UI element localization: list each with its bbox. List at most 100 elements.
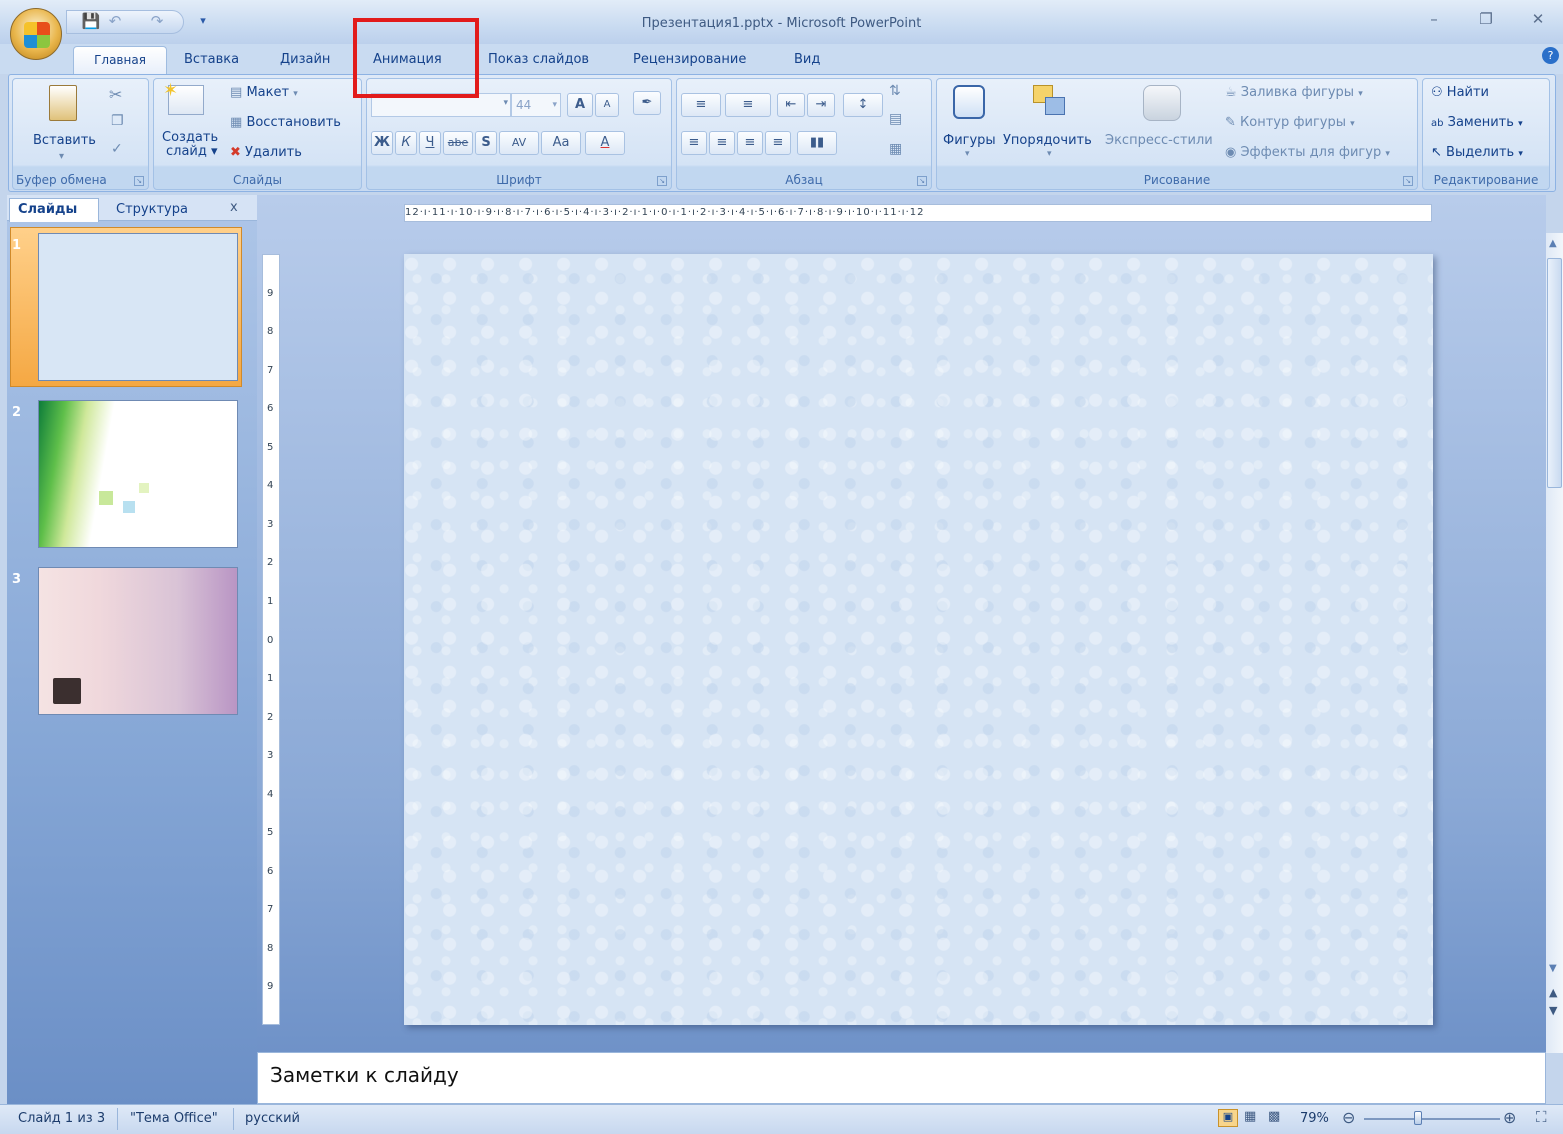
zoom-level[interactable]: 79% — [1300, 1111, 1329, 1126]
grow-font-button[interactable]: A — [567, 93, 593, 117]
slide-thumbnail-1[interactable] — [38, 233, 238, 381]
zoom-slider-thumb[interactable] — [1413, 1111, 1422, 1125]
clipboard-launcher-icon[interactable]: ↘ — [134, 176, 144, 186]
tab-insert[interactable]: Вставка — [182, 50, 241, 74]
redo-icon[interactable]: ↷ — [146, 10, 168, 32]
shapes-icon[interactable] — [953, 85, 985, 119]
save-icon[interactable]: 💾 — [80, 10, 102, 32]
delete-button[interactable]: ✖ Удалить — [230, 145, 302, 160]
align-right-icon[interactable]: ≡ — [737, 131, 763, 155]
strikethrough-button[interactable]: abe — [443, 131, 473, 155]
clipboard-label: Буфер обмена — [16, 173, 107, 187]
bold-button[interactable]: Ж — [371, 131, 393, 155]
justify-icon[interactable]: ≡ — [765, 131, 791, 155]
text-direction-icon[interactable]: ⇅ — [889, 83, 901, 99]
spacing-button[interactable]: AV — [499, 131, 539, 155]
increase-indent-icon[interactable]: ⇥ — [807, 93, 835, 117]
shape-effects-button[interactable]: ◉ Эффекты для фигур ▾ — [1225, 145, 1390, 160]
language-indicator[interactable]: русский — [245, 1111, 300, 1126]
shapes-button[interactable]: Фигуры — [943, 133, 996, 148]
tab-outline[interactable]: Структура — [104, 200, 204, 222]
paragraph-launcher-icon[interactable]: ↘ — [917, 176, 927, 186]
align-center-icon[interactable]: ≡ — [709, 131, 735, 155]
replace-button[interactable]: ab Заменить ▾ — [1431, 115, 1523, 130]
reset-button[interactable]: ▦ Восстановить — [230, 115, 341, 130]
paste-button[interactable]: Вставить — [33, 133, 96, 148]
zoom-in-icon[interactable]: ⊕ — [1503, 1108, 1516, 1127]
shapes-dropdown-icon[interactable]: ▾ — [965, 149, 970, 159]
tab-design[interactable]: Дизайн — [278, 50, 332, 74]
shape-outline-button[interactable]: ✎ Контур фигуры ▾ — [1225, 115, 1355, 130]
fit-to-window-icon[interactable]: ⛶ — [1536, 1108, 1547, 1126]
scroll-down-icon[interactable]: ▼ — [1549, 963, 1557, 974]
font-launcher-icon[interactable]: ↘ — [657, 176, 667, 186]
underline-button[interactable]: Ч — [419, 131, 441, 155]
tab-slideshow[interactable]: Показ слайдов — [486, 50, 591, 74]
italic-button[interactable]: К — [395, 131, 417, 155]
delete-icon: ✖ — [230, 145, 241, 160]
cut-icon[interactable]: ✂ — [109, 85, 122, 104]
select-button[interactable]: ↖ Выделить ▾ — [1431, 145, 1523, 160]
zoom-out-icon[interactable]: ⊖ — [1342, 1108, 1355, 1127]
font-size-combobox[interactable]: 44 ▾ — [511, 93, 561, 117]
find-label: Найти — [1446, 85, 1490, 100]
shrink-font-button[interactable]: A — [595, 93, 619, 117]
new-slide-icon[interactable]: ✶ — [163, 80, 204, 115]
minimize-icon[interactable]: – — [1418, 8, 1450, 30]
tab-view[interactable]: Вид — [792, 50, 822, 74]
align-text-icon[interactable]: ▤ — [889, 111, 902, 127]
paste-dropdown-icon[interactable]: ▾ — [59, 151, 64, 162]
format-painter-icon[interactable]: ✓ — [111, 141, 123, 157]
close-panel-icon[interactable]: x — [230, 200, 238, 215]
vertical-ruler: 9 8 7 6 5 4 3 2 1 0 1 2 3 4 5 6 7 8 9 — [262, 254, 280, 1025]
normal-view-icon[interactable]: ▣ — [1218, 1109, 1238, 1127]
layout-button[interactable]: ▤ Макет ▾ — [230, 85, 298, 100]
decrease-indent-icon[interactable]: ⇤ — [777, 93, 805, 117]
slide-thumbnail-2[interactable] — [38, 400, 238, 548]
clear-format-icon[interactable]: ✒ — [633, 91, 661, 115]
columns-icon[interactable]: ▮▮ — [797, 131, 837, 155]
tab-slides[interactable]: Слайды — [9, 198, 99, 222]
vertical-ruler-tick-label: 7 — [267, 904, 274, 916]
next-slide-icon[interactable]: ▼ — [1549, 1004, 1557, 1017]
numbering-icon[interactable]: ≡ — [725, 93, 771, 117]
undo-icon[interactable]: ↶ — [104, 10, 126, 32]
drawing-launcher-icon[interactable]: ↘ — [1403, 176, 1413, 186]
change-case-button[interactable]: Aa — [541, 131, 581, 155]
font-size-value: 44 — [516, 98, 532, 112]
slideshow-icon[interactable]: ▩ — [1268, 1109, 1280, 1124]
close-icon[interactable]: ✕ — [1522, 8, 1554, 30]
font-color-button[interactable]: A — [585, 131, 625, 155]
shape-fill-button[interactable]: ☕ Заливка фигуры ▾ — [1225, 85, 1363, 100]
new-slide-button[interactable]: Создать слайд ▾ — [162, 131, 218, 159]
paste-icon[interactable] — [49, 85, 77, 121]
tab-home[interactable]: Главная — [73, 46, 167, 76]
copy-icon[interactable]: ❐ — [111, 113, 124, 129]
quick-styles-button[interactable]: Экспресс-стили — [1105, 133, 1213, 148]
quick-styles-icon[interactable] — [1143, 85, 1181, 121]
smartart-icon[interactable]: ▦ — [889, 141, 902, 157]
help-icon[interactable]: ? — [1542, 47, 1559, 64]
notes-pane[interactable]: Заметки к слайду — [257, 1052, 1546, 1104]
scroll-up-icon[interactable]: ▲ — [1549, 238, 1557, 249]
shadow-button[interactable]: S — [475, 131, 497, 155]
theme-name[interactable]: "Тема Office" — [130, 1111, 218, 1126]
line-spacing-icon[interactable]: ↕ — [843, 93, 883, 117]
arrange-dropdown-icon[interactable]: ▾ — [1047, 149, 1052, 159]
customize-icon[interactable]: ▾ — [192, 10, 214, 32]
slide-canvas[interactable] — [404, 254, 1433, 1025]
arrange-icon[interactable] — [1033, 85, 1067, 119]
tab-review[interactable]: Рецензирование — [631, 50, 748, 74]
slide-thumbnail-3[interactable] — [38, 567, 238, 715]
align-left-icon[interactable]: ≡ — [681, 131, 707, 155]
bullets-icon[interactable]: ≡ — [681, 93, 721, 117]
zoom-slider[interactable] — [1364, 1118, 1500, 1120]
slide-number-1: 1 — [12, 238, 22, 253]
office-button[interactable] — [10, 8, 62, 60]
scrollbar-thumb[interactable] — [1547, 258, 1562, 488]
slide-sorter-icon[interactable]: ▦ — [1244, 1109, 1256, 1124]
arrange-button[interactable]: Упорядочить — [1003, 133, 1092, 148]
find-button[interactable]: ⚇ Найти — [1431, 85, 1489, 100]
previous-slide-icon[interactable]: ▲ — [1549, 986, 1557, 999]
restore-icon[interactable]: ❐ — [1470, 8, 1502, 30]
